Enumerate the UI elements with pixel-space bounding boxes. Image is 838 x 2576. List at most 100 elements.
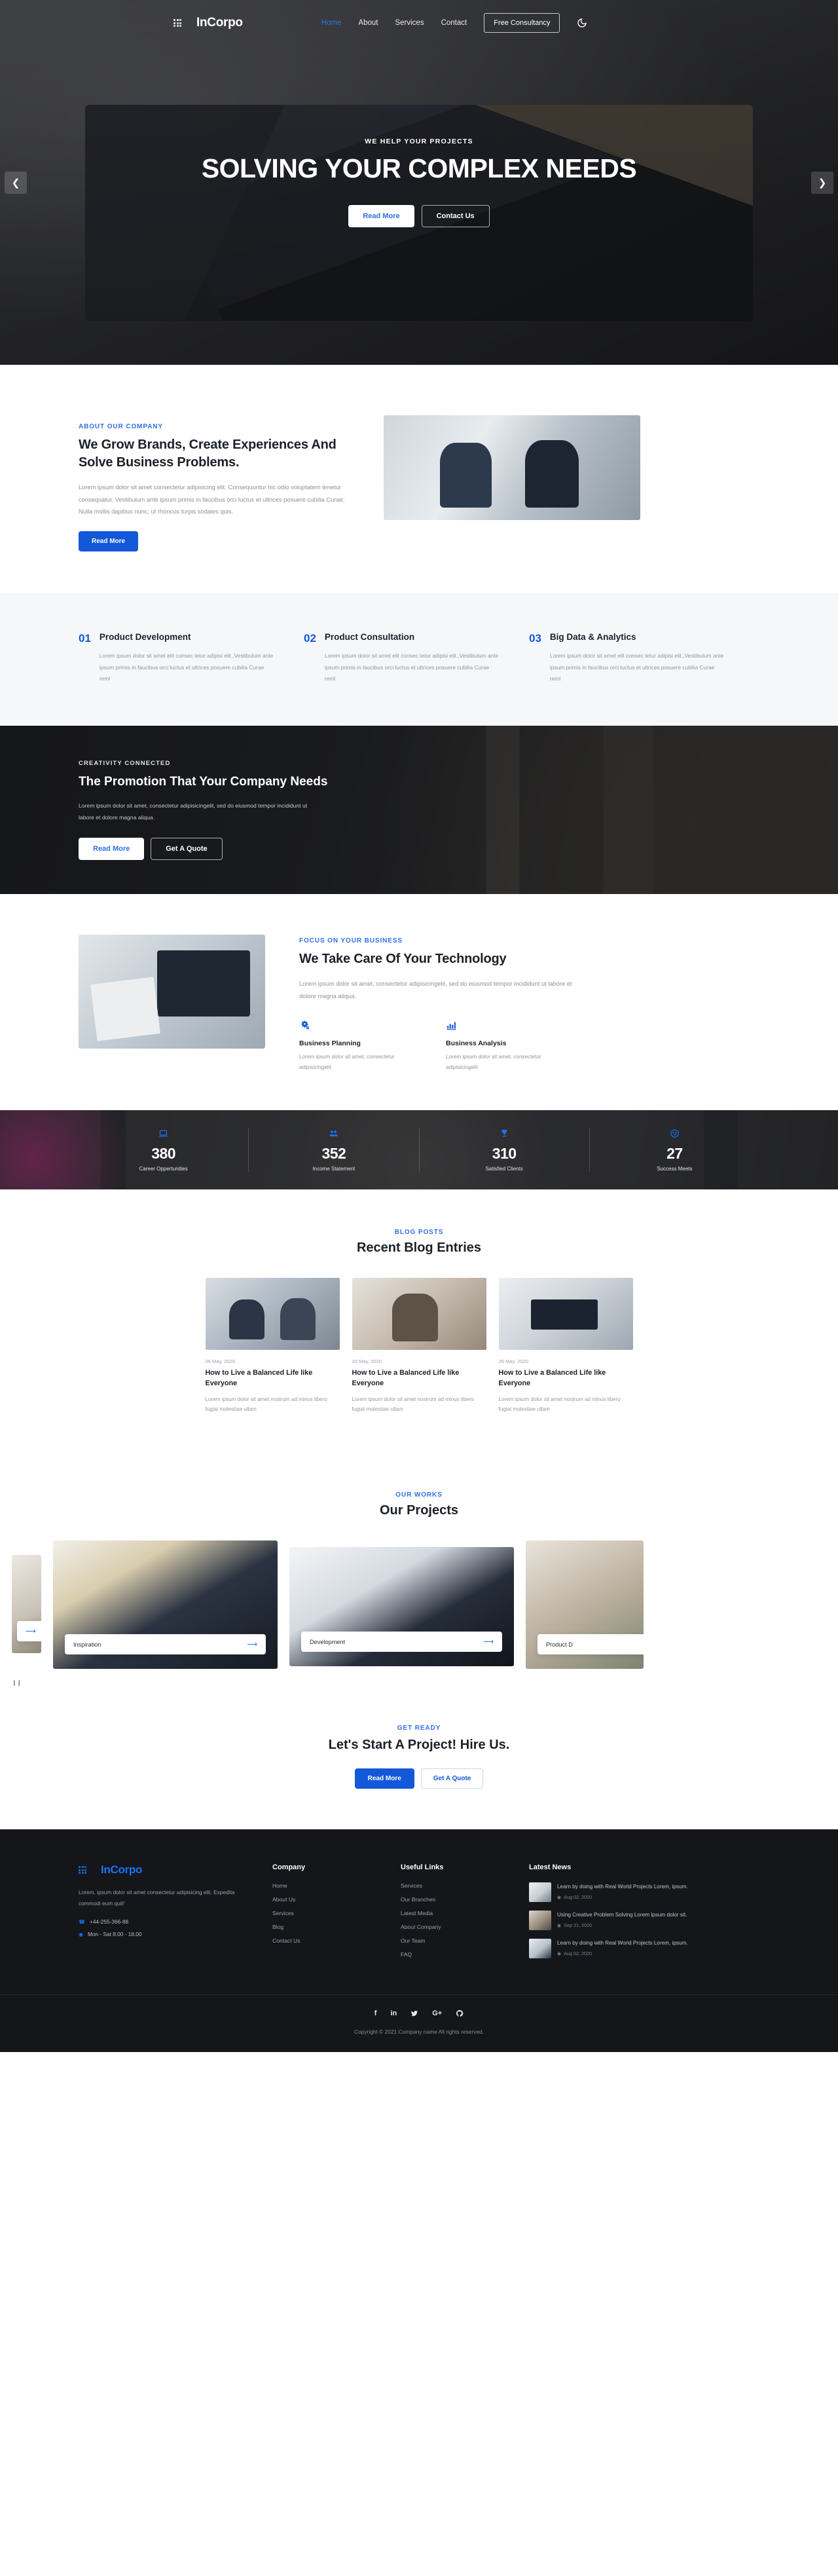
footer-link-our-team[interactable]: Our Team [401, 1937, 499, 1944]
project-card-partial[interactable]: ⟶ [12, 1555, 41, 1654]
hero-next-button[interactable]: ❯ [811, 171, 833, 194]
footer-news-item[interactable]: Learn by doing with Real World Projects … [529, 1882, 716, 1903]
footer-logo[interactable]: InCorpo [79, 1863, 242, 1876]
project-label: Development [310, 1638, 346, 1645]
footer-phone[interactable]: ☎ +44-255-366-88 [79, 1918, 242, 1925]
promo-paragraph: Lorem ipsum dolor sit amet, consectetur … [79, 802, 308, 821]
blog-card[interactable]: 20 May, 2020 How to Live a Balanced Life… [352, 1278, 486, 1414]
feature-title: Business Planning [299, 1039, 361, 1048]
promo-title: The Promotion That Your Company Needs [79, 775, 328, 789]
tech-kicker: FOCUS ON YOUR BUSINESS [299, 937, 403, 944]
footer-link-services2[interactable]: Services [401, 1882, 499, 1889]
brand-logo[interactable]: InCorpo [173, 16, 243, 30]
users-icon [249, 1129, 418, 1140]
promo-read-more-button[interactable]: Read More [79, 837, 145, 860]
project-card-partial[interactable]: Product D [526, 1540, 644, 1670]
blog-section: BLOG POSTS Recent Blog Entries 06 May, 2… [0, 1189, 838, 1458]
service-number: 01 [79, 631, 91, 644]
github-icon[interactable] [456, 2009, 464, 2019]
news-thumbnail [529, 1939, 551, 1959]
counters-section: 380 Career Oppertunities 352 Income Stat… [0, 1110, 838, 1190]
cta-get-a-quote-button[interactable]: Get A Quote [420, 1768, 484, 1789]
service-card[interactable]: 02 Product Consultation Lorem ipsum dolo… [304, 631, 500, 685]
projects-carousel[interactable]: ⟶ Inspiration ⟶ Development ⟶ Product D [0, 1540, 838, 1670]
footer-link-about-company[interactable]: About Company [401, 1924, 499, 1930]
service-text: Lorem ipsum dolor sit amet elit consec t… [99, 652, 274, 682]
clock-icon: ◉ [557, 1894, 562, 1900]
blog-card[interactable]: 06 May, 2020 How to Live a Balanced Life… [205, 1278, 340, 1414]
news-thumbnail [529, 1882, 551, 1903]
service-number: 03 [529, 631, 541, 644]
blog-post-title[interactable]: How to Live a Balanced Life like Everyon… [352, 1368, 486, 1389]
footer-news-item[interactable]: Learn by doing with Real World Projects … [529, 1939, 716, 1959]
feature-business-planning[interactable]: Business Planning Lorem ipsum dolor sit … [299, 1020, 417, 1072]
footer-link-blog[interactable]: Blog [272, 1924, 371, 1930]
cta-read-more-button[interactable]: Read More [354, 1768, 414, 1789]
project-caption[interactable]: Development ⟶ [301, 1632, 502, 1652]
blog-image [352, 1278, 486, 1351]
counter-label: Success Meets [657, 1165, 693, 1172]
footer-news-column: Latest News Learn by doing with Real Wor… [529, 1863, 716, 1967]
promo-get-a-quote-button[interactable]: Get A Quote [151, 837, 223, 860]
about-read-more-button[interactable]: Read More [79, 531, 139, 551]
arrow-right-icon: ⟶ [26, 1628, 36, 1636]
service-card[interactable]: 01 Product Development Lorem ipsum dolor… [79, 631, 275, 685]
footer-link-our-branches[interactable]: Our Branches [401, 1896, 499, 1903]
hero-read-more-button[interactable]: Read More [348, 205, 414, 228]
blog-post-title[interactable]: How to Live a Balanced Life like Everyon… [206, 1368, 340, 1389]
footer-link-services[interactable]: Services [272, 1910, 371, 1916]
blog-post-title[interactable]: How to Live a Balanced Life like Everyon… [499, 1368, 633, 1389]
facebook-icon[interactable]: f [374, 2009, 377, 2019]
hero-kicker: WE HELP YOUR PROJECTS [365, 137, 473, 145]
footer-brand-block: InCorpo Lorem, ipsum dolor sit amet cons… [79, 1863, 242, 1967]
news-title: Learn by doing with Real World Projects … [557, 1884, 688, 1890]
project-caption[interactable]: Product D [537, 1634, 644, 1655]
projects-kicker: OUR WORKS [395, 1491, 443, 1499]
logo-dots-icon [173, 19, 191, 27]
twitter-icon[interactable] [410, 2009, 418, 2019]
carousel-pause-button[interactable]: ❙❙ [12, 1679, 838, 1687]
hero-prev-button[interactable]: ❮ [5, 171, 27, 194]
project-card[interactable]: Development ⟶ [289, 1547, 514, 1667]
blog-excerpt: Lorem ipsum dolor sit amet nostrum ad mi… [205, 1396, 327, 1412]
bar-chart-icon [446, 1020, 564, 1034]
footer-link-faq[interactable]: FAQ [401, 1951, 499, 1958]
hero-title: SOLVING YOUR COMPLEX NEEDS [201, 153, 637, 183]
hero-contact-us-button[interactable]: Contact Us [421, 205, 490, 228]
footer-link-contact-us[interactable]: Contact Us [272, 1937, 371, 1944]
linkedin-icon[interactable]: in [390, 2009, 397, 2019]
service-title: Big Data & Analytics [549, 631, 636, 642]
site-header: InCorpo Home About Services Contact Free… [0, 0, 838, 46]
footer-news-item[interactable]: Using Creative Problem Solving Lorem ips… [529, 1911, 716, 1931]
nav-item-contact[interactable]: Contact [441, 19, 467, 27]
feature-text: Lorem ipsum dolor sit amet, consectetur … [446, 1054, 541, 1070]
news-title: Using Creative Problem Solving Lorem ips… [557, 1912, 687, 1918]
free-consultancy-button[interactable]: Free Consultancy [484, 13, 560, 33]
counter-value: 310 [492, 1144, 517, 1162]
footer-hours: ◉ Mon - Sat 8.00 - 18.00 [79, 1931, 242, 1937]
blog-date: 20 May, 2020 [352, 1358, 382, 1365]
footer-link-about-us[interactable]: About Us [272, 1896, 371, 1903]
counter-item: 310 Satisfied Clients [420, 1128, 590, 1172]
footer-brand-name: InCorpo [101, 1863, 143, 1876]
feature-business-analysis[interactable]: Business Analysis Lorem ipsum dolor sit … [446, 1020, 564, 1072]
moon-icon[interactable] [577, 18, 587, 28]
footer-link-home[interactable]: Home [272, 1882, 371, 1889]
clock-icon: ◉ [79, 1931, 83, 1937]
counter-label: Income Statement [312, 1165, 355, 1172]
nav-item-services[interactable]: Services [395, 19, 424, 27]
arrow-right-icon[interactable]: ⟶ [483, 1637, 494, 1646]
blog-card[interactable]: 26 May, 2020 How to Live a Balanced Life… [498, 1278, 633, 1414]
about-section: ABOUT OUR COMPANY We Grow Brands, Create… [0, 365, 838, 593]
arrow-right-icon[interactable]: ⟶ [247, 1640, 257, 1649]
project-card[interactable]: Inspiration ⟶ [53, 1540, 278, 1670]
footer-company-heading: Company [272, 1863, 306, 1872]
google-plus-icon[interactable]: G+ [432, 2009, 442, 2019]
nav-item-about[interactable]: About [358, 19, 378, 27]
nav-item-home[interactable]: Home [321, 19, 342, 27]
project-caption[interactable]: Inspiration ⟶ [65, 1634, 266, 1655]
footer-company-column: Company Home About Us Services Blog Cont… [272, 1863, 371, 1967]
service-card[interactable]: 03 Big Data & Analytics Lorem ipsum dolo… [529, 631, 725, 685]
footer-link-latest-media[interactable]: Latest Media [401, 1910, 499, 1916]
about-paragraph: Lorem ipsum dolor sit amet consectetur a… [79, 484, 345, 515]
